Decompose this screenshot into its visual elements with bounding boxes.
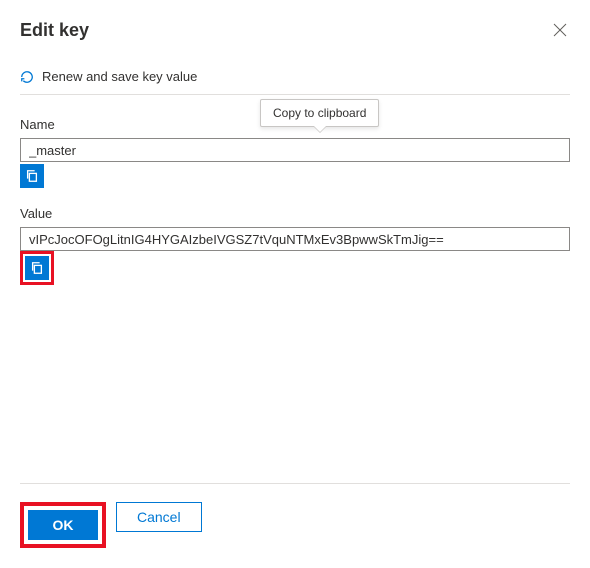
copy-name-button[interactable]: [20, 164, 44, 188]
copy-icon: [25, 169, 39, 183]
copy-value-button[interactable]: [25, 256, 49, 280]
highlight-annotation: [20, 251, 54, 285]
value-field-group: Value: [20, 206, 570, 285]
value-input[interactable]: [20, 227, 570, 251]
spacer: [20, 303, 570, 483]
dialog-title: Edit key: [20, 20, 89, 41]
cancel-button[interactable]: Cancel: [116, 502, 202, 532]
name-field-group: Copy to clipboard Name: [20, 117, 570, 188]
name-input[interactable]: [20, 138, 570, 162]
edit-key-dialog: Edit key Renew and save key value Copy t…: [0, 0, 590, 568]
dialog-footer: OK Cancel: [20, 483, 570, 548]
close-icon: [553, 23, 567, 37]
dialog-header: Edit key: [20, 20, 570, 41]
toolbar: Renew and save key value: [20, 69, 570, 95]
renew-label[interactable]: Renew and save key value: [42, 69, 197, 84]
highlight-annotation: OK: [20, 502, 106, 548]
copy-tooltip: Copy to clipboard: [260, 99, 379, 127]
tooltip-text: Copy to clipboard: [273, 106, 366, 120]
refresh-icon[interactable]: [20, 70, 34, 84]
close-button[interactable]: [550, 20, 570, 40]
value-label: Value: [20, 206, 570, 221]
copy-icon: [30, 261, 44, 275]
ok-button[interactable]: OK: [28, 510, 98, 540]
